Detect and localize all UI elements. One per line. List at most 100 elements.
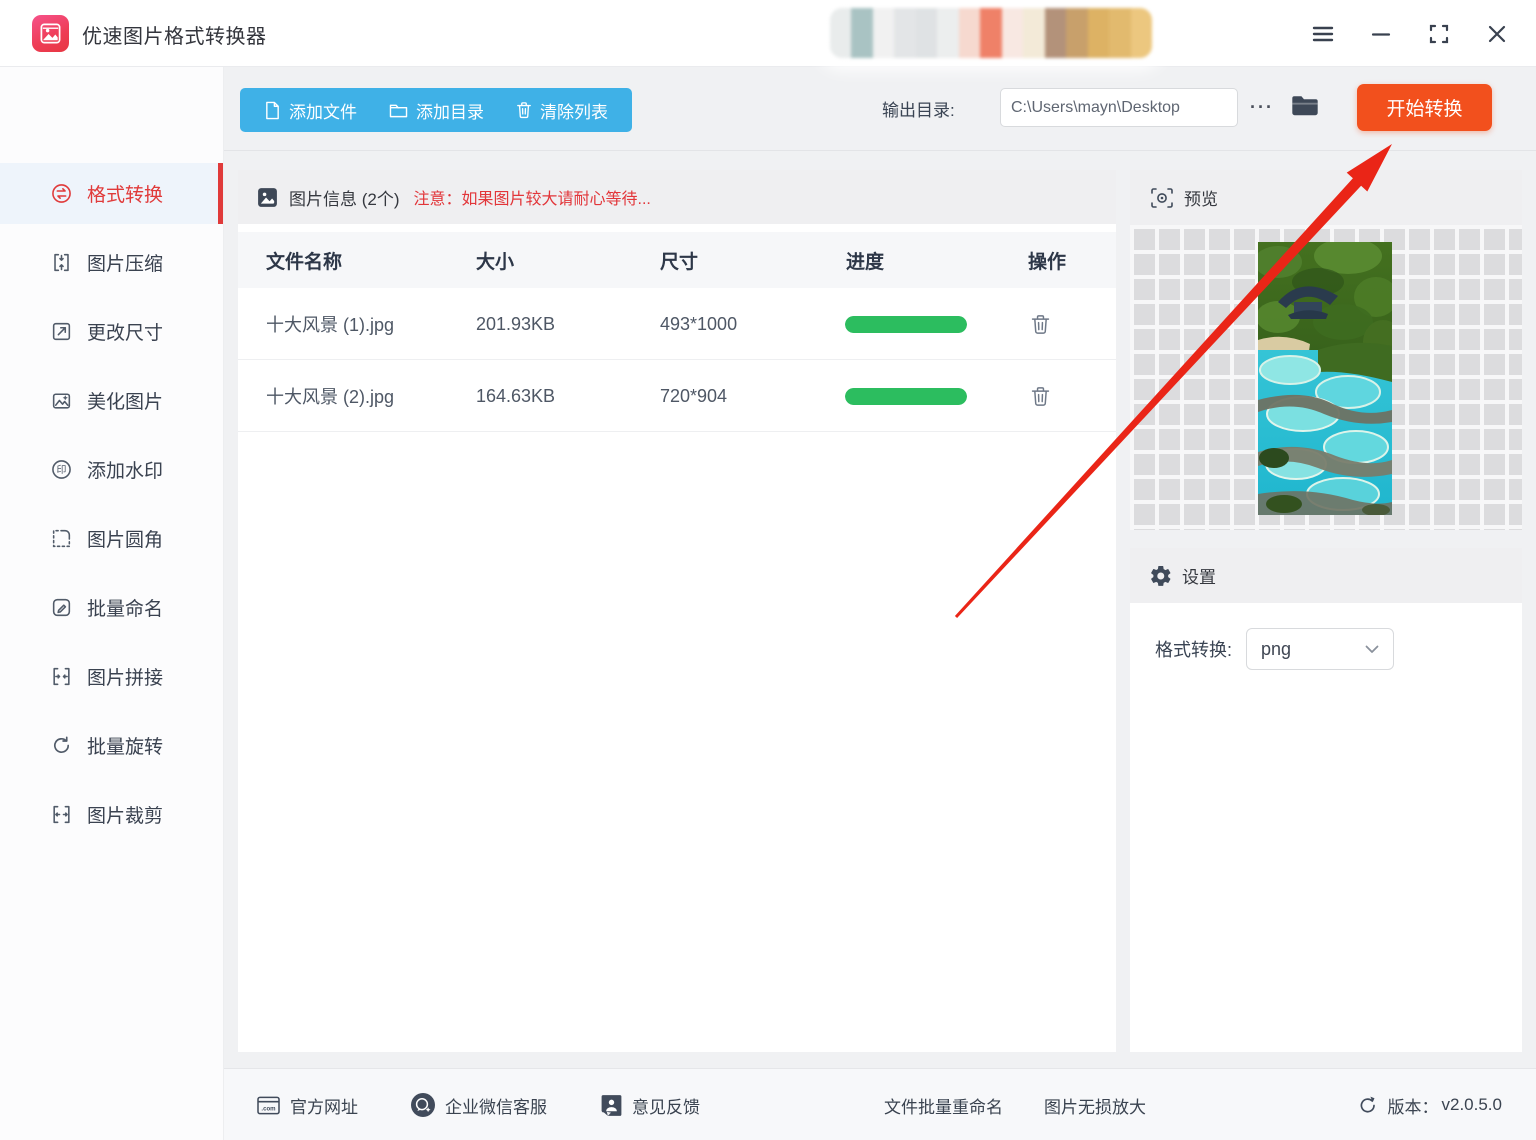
file-dimensions: 493*1000 (660, 288, 737, 360)
file-panel-title: 图片信息 (2个) (289, 185, 400, 210)
app-window: 优速图片格式转换器 格式 (0, 0, 1536, 1140)
wechat-support-label: 企业微信客服 (445, 1093, 547, 1118)
output-dir-label: 输出目录: (882, 96, 955, 121)
compress-icon (50, 251, 73, 274)
close-icon[interactable] (1480, 17, 1514, 51)
toolbar-divider (224, 150, 1536, 151)
table-row[interactable]: 十大风景 (2).jpg 164.63KB 720*904 (238, 360, 1116, 432)
window-controls (1306, 0, 1514, 67)
file-icon (264, 101, 281, 120)
crop-icon (50, 803, 73, 826)
column-actions: 操作 (1028, 232, 1066, 288)
svg-text:.com: .com (261, 1105, 276, 1112)
resize-icon (50, 320, 73, 343)
column-dimensions: 尺寸 (660, 232, 698, 288)
sidebar-item-crop[interactable]: 图片裁剪 (0, 784, 223, 845)
preview-icon (1150, 187, 1174, 209)
official-site-link[interactable]: .com 官方网址 (256, 1069, 358, 1140)
blurred-region (830, 8, 1152, 58)
sidebar-item-compress[interactable]: 图片压缩 (0, 232, 223, 293)
column-size: 大小 (476, 232, 514, 288)
sidebar-item-watermark[interactable]: 印 添加水印 (0, 439, 223, 500)
sidebar-item-rounded-corner[interactable]: 图片圆角 (0, 508, 223, 569)
feedback-icon (600, 1093, 623, 1118)
delete-row-button[interactable] (1028, 312, 1053, 342)
picture-icon (39, 22, 62, 45)
sidebar-item-batch-rename[interactable]: 批量命名 (0, 577, 223, 638)
gear-icon (1150, 565, 1172, 587)
svg-text:印: 印 (57, 464, 67, 476)
version-label: 版本： (1388, 1093, 1439, 1118)
file-list-panel: 图片信息 (2个) 注意：如果图片较大请耐心等待... 文件名称 大小 尺寸 进… (238, 170, 1116, 1052)
format-select-value: png (1261, 639, 1291, 660)
add-directory-label: 添加目录 (416, 98, 484, 123)
beautify-image-icon (50, 389, 73, 412)
dotcom-icon: .com (256, 1095, 281, 1116)
sidebar: 格式转换 图片压缩 更改尺寸 美化图片 (0, 67, 224, 1140)
sidebar-item-label: 更改尺寸 (87, 318, 163, 345)
sidebar-item-label: 格式转换 (87, 180, 163, 207)
sidebar-item-label: 图片压缩 (87, 249, 163, 276)
clear-list-button[interactable]: 清除列表 (516, 98, 608, 123)
format-select[interactable]: png (1246, 628, 1394, 670)
sidebar-item-label: 图片拼接 (87, 663, 163, 690)
batch-rename-label: 文件批量重命名 (884, 1093, 1003, 1118)
preview-checkerboard (1130, 225, 1522, 530)
image-info-icon (256, 186, 279, 209)
title-bar: 优速图片格式转换器 (0, 0, 1536, 67)
watermark-icon: 印 (50, 458, 73, 481)
sidebar-item-label: 批量旋转 (87, 732, 163, 759)
column-progress: 进度 (846, 232, 884, 288)
file-name: 十大风景 (1).jpg (266, 288, 394, 360)
chevron-down-icon (1365, 645, 1379, 654)
folder-solid-icon (1290, 93, 1320, 119)
delete-row-button[interactable] (1028, 384, 1053, 414)
trash-icon (1028, 312, 1053, 337)
lossless-upscale-label: 图片无损放大 (1044, 1093, 1146, 1118)
swap-arrows-icon (50, 182, 73, 205)
add-directory-button[interactable]: 添加目录 (389, 98, 484, 123)
sidebar-item-label: 批量命名 (87, 594, 163, 621)
menu-icon[interactable] (1306, 17, 1340, 51)
progress-bar (845, 388, 967, 405)
sidebar-item-label: 美化图片 (87, 387, 163, 414)
maximize-icon[interactable] (1422, 17, 1456, 51)
add-file-label: 添加文件 (289, 98, 357, 123)
feedback-link[interactable]: 意见反馈 (600, 1069, 700, 1140)
minimize-icon[interactable] (1364, 17, 1398, 51)
column-filename: 文件名称 (266, 232, 342, 288)
batch-rename-link[interactable]: 文件批量重命名 (884, 1069, 1003, 1140)
browse-folder-button[interactable] (1290, 93, 1320, 124)
rounded-corner-icon (50, 527, 73, 550)
start-convert-button[interactable]: 开始转换 (1357, 84, 1492, 131)
settings-panel: 设置 格式转换: png (1130, 548, 1522, 1052)
rename-icon (50, 596, 73, 619)
file-actions-toolbar: 添加文件 添加目录 清除列表 (240, 88, 632, 132)
wechat-support-link[interactable]: 企业微信客服 (410, 1069, 547, 1140)
output-dir-input[interactable] (1000, 88, 1238, 127)
sidebar-item-splice[interactable]: 图片拼接 (0, 646, 223, 707)
format-convert-label: 格式转换: (1155, 636, 1232, 662)
preview-image (1258, 242, 1392, 515)
table-row[interactable]: 十大风景 (1).jpg 201.93KB 493*1000 (238, 288, 1116, 360)
preview-title: 预览 (1184, 185, 1218, 210)
version-value: v2.0.5.0 (1442, 1095, 1503, 1115)
sidebar-item-label: 图片圆角 (87, 525, 163, 552)
file-dimensions: 720*904 (660, 360, 727, 432)
file-size: 164.63KB (476, 360, 555, 432)
sidebar-item-batch-rotate[interactable]: 批量旋转 (0, 715, 223, 776)
trash-icon (516, 101, 532, 119)
sidebar-item-label: 添加水印 (87, 456, 163, 483)
refresh-icon[interactable] (1357, 1094, 1379, 1116)
sidebar-item-beautify[interactable]: 美化图片 (0, 370, 223, 431)
add-file-button[interactable]: 添加文件 (264, 98, 357, 123)
sidebar-item-format-convert[interactable]: 格式转换 (0, 163, 223, 224)
more-options-button[interactable]: ··· (1248, 88, 1276, 127)
lossless-upscale-link[interactable]: 图片无损放大 (1044, 1069, 1146, 1140)
sidebar-item-label: 图片裁剪 (87, 801, 163, 828)
app-title: 优速图片格式转换器 (82, 20, 267, 49)
file-size: 201.93KB (476, 288, 555, 360)
sidebar-item-resize[interactable]: 更改尺寸 (0, 301, 223, 362)
splice-icon (50, 665, 73, 688)
file-name: 十大风景 (2).jpg (266, 360, 394, 432)
